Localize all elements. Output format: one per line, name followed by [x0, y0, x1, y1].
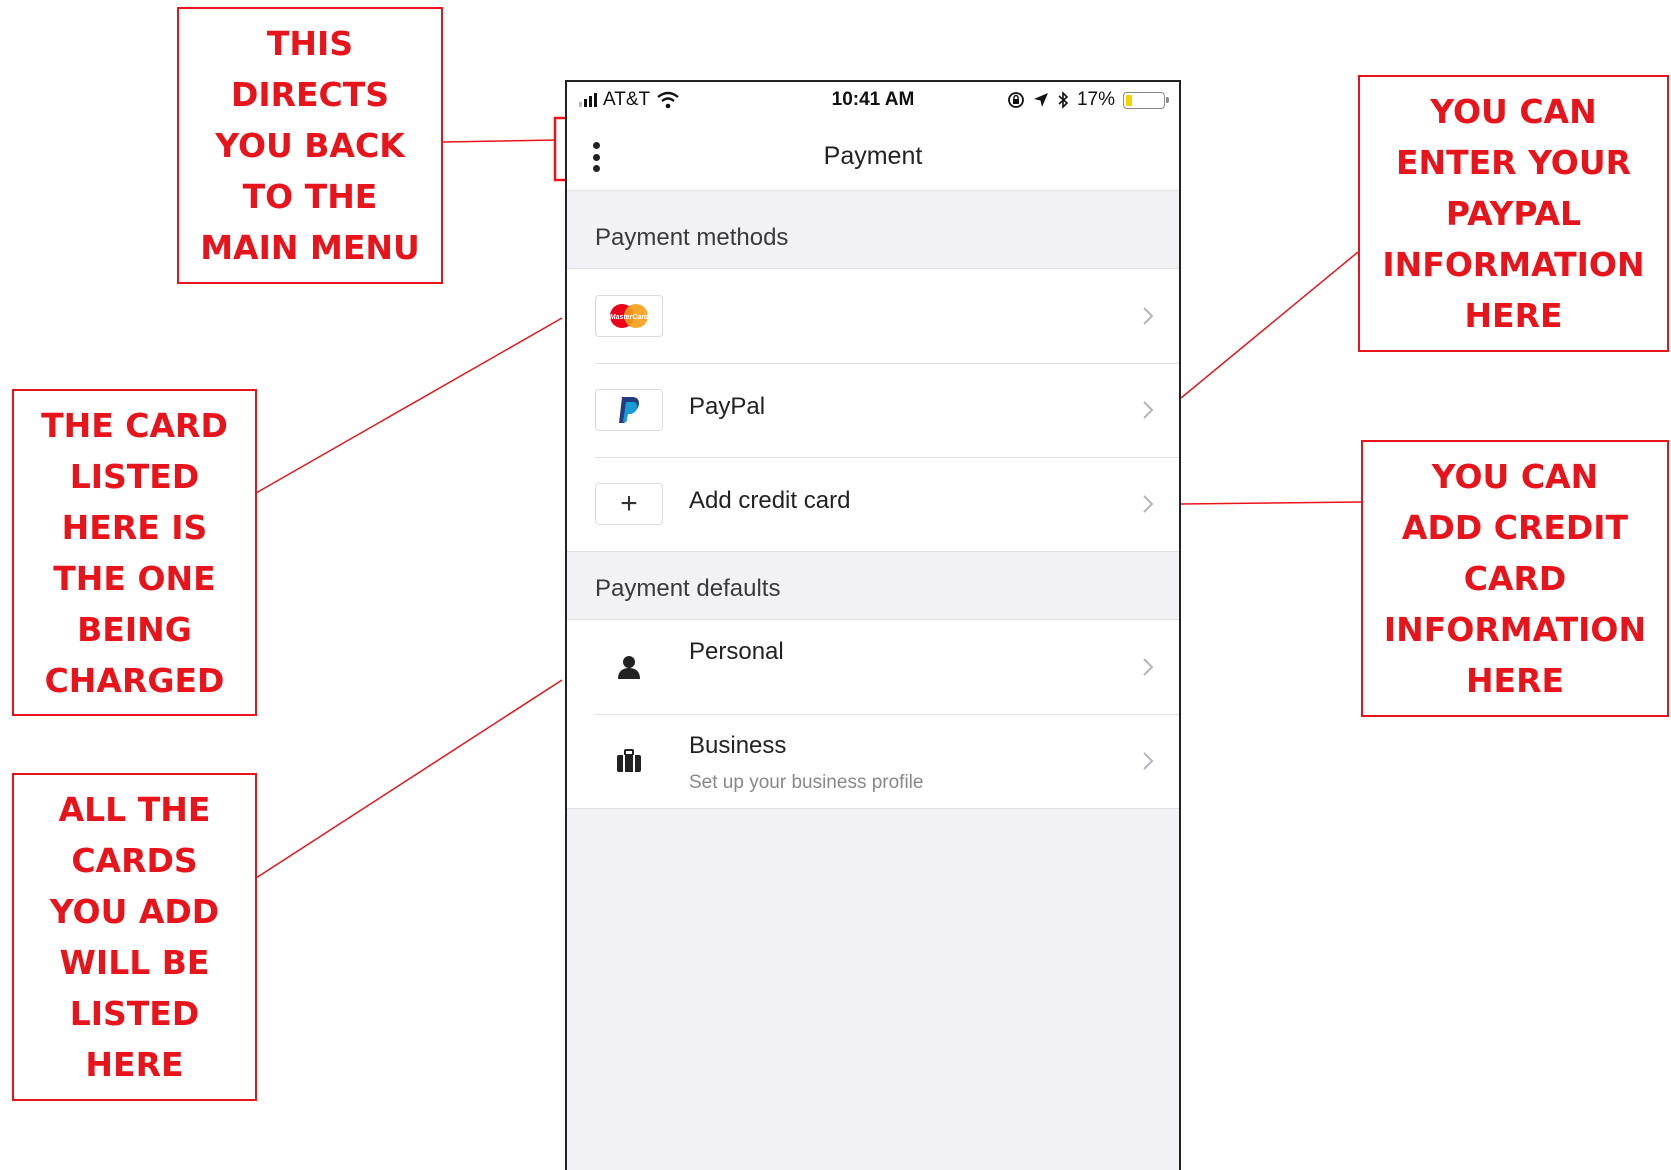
annotation-line: INFORMATION	[1383, 610, 1647, 649]
annotation-line: INFORMATION	[1382, 245, 1645, 284]
page-title: Payment	[823, 142, 923, 170]
annotation-back-to-menu: THIS DIRECTS YOU BACK TO THE MAIN MENU	[177, 7, 443, 284]
chevron-right-icon	[1143, 401, 1154, 419]
rotation-lock-icon	[1008, 92, 1024, 108]
annotation-line: MAIN MENU	[200, 228, 420, 267]
annotation-line: ALL THE	[58, 790, 211, 829]
payment-method-label: PayPal	[689, 393, 766, 420]
payment-default-personal[interactable]: Personal	[567, 620, 1179, 714]
annotation-line: CARDS	[71, 841, 198, 880]
phone-screen: AT&T 10:41 AM 17% Payment Payment method…	[565, 80, 1181, 1170]
annotation-line: TO THE	[242, 177, 378, 216]
mastercard-icon: MasterCard	[595, 295, 663, 337]
battery-icon	[1123, 91, 1169, 109]
battery-level	[1126, 94, 1132, 106]
status-right: 17%	[1007, 89, 1169, 111]
annotation-line: LISTED	[69, 994, 200, 1033]
add-credit-card-button[interactable]: + Add credit card	[567, 457, 1179, 551]
annotation-line: THIS	[266, 24, 354, 63]
add-credit-card-label: Add credit card	[689, 487, 851, 514]
chevron-right-icon	[1143, 307, 1154, 325]
annotation-line: DIRECTS	[230, 75, 390, 114]
annotation-line: PAYPAL	[1445, 194, 1582, 233]
section-header-payment-defaults: Payment defaults	[595, 575, 781, 602]
annotation-line: BEING	[77, 609, 192, 649]
leader-back-to-menu	[442, 139, 556, 143]
annotation-all-cards: ALL THE CARDS YOU ADD WILL BE LISTED HER…	[12, 773, 257, 1101]
annotation-line: YOU CAN	[1430, 92, 1597, 131]
chevron-right-icon	[1143, 658, 1154, 676]
annotation-card-charged: THE CARD LISTED HERE IS THE ONE BEING CH…	[12, 389, 257, 716]
annotation-line: ENTER YOUR	[1395, 143, 1632, 182]
payment-method-mastercard[interactable]: MasterCard	[567, 269, 1179, 363]
payment-default-business[interactable]: Business Set up your business profile	[567, 714, 1179, 808]
payment-method-paypal[interactable]: PayPal	[567, 363, 1179, 457]
mastercard-wordmark: MasterCard	[610, 314, 649, 321]
annotation-line: HERE	[85, 1045, 184, 1084]
annotation-line: HERE IS	[61, 507, 208, 547]
annotation-line: LISTED	[69, 456, 200, 496]
annotation-line: CHARGED	[44, 660, 225, 700]
nav-bar: Payment	[567, 120, 1179, 191]
annotation-line: YOU CAN	[1431, 457, 1599, 496]
leader-card-charged	[255, 317, 563, 494]
chevron-right-icon	[1143, 495, 1154, 513]
annotation-add-credit-card: YOU CAN ADD CREDIT CARD INFORMATION HERE	[1361, 440, 1669, 717]
annotation-line: HERE	[1465, 661, 1565, 700]
business-label: Business	[689, 732, 787, 759]
annotation-line: YOU ADD	[49, 892, 220, 931]
leader-paypal	[1180, 251, 1359, 399]
briefcase-icon	[617, 749, 641, 772]
annotation-line: THE ONE	[53, 558, 216, 598]
annotation-line: CARD	[1463, 559, 1567, 598]
leader-add-credit-card	[1180, 501, 1362, 505]
leader-all-cards	[255, 679, 563, 879]
annotation-line: HERE	[1464, 296, 1563, 335]
paypal-icon	[595, 389, 663, 431]
business-subtitle: Set up your business profile	[689, 772, 924, 793]
status-bar: AT&T 10:41 AM 17%	[567, 82, 1179, 120]
annotation-line: WILL BE	[59, 943, 210, 982]
bluetooth-icon	[1058, 91, 1069, 109]
chevron-right-icon	[1143, 752, 1154, 770]
person-icon	[618, 656, 640, 679]
payment-defaults-list: Personal Business Set up your business p…	[567, 619, 1179, 809]
plus-icon: +	[595, 483, 663, 525]
battery-percent: 17%	[1076, 89, 1115, 110]
personal-label: Personal	[689, 638, 784, 665]
payment-methods-list: MasterCard PayPal + Add credit card	[567, 268, 1179, 552]
annotation-line: ADD CREDIT	[1401, 508, 1629, 547]
annotation-paypal: YOU CAN ENTER YOUR PAYPAL INFORMATION HE…	[1358, 75, 1669, 352]
annotation-line: THE CARD	[41, 405, 228, 445]
section-header-payment-methods: Payment methods	[595, 224, 789, 251]
location-icon	[1033, 93, 1048, 107]
annotation-line: YOU BACK	[215, 126, 405, 165]
